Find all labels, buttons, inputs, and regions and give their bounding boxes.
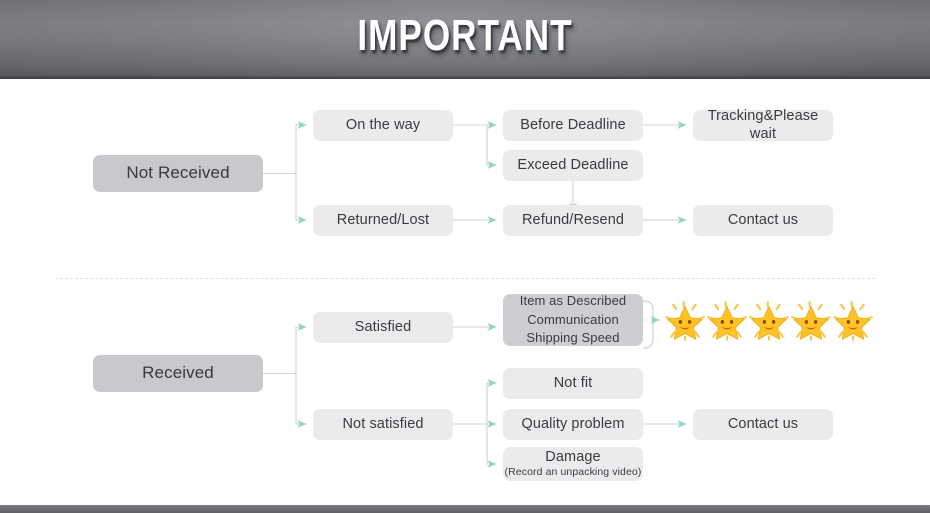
node-label: Not fit [553, 374, 593, 391]
glowing-star-icon [791, 301, 831, 341]
page-title: IMPORTANT [357, 11, 573, 60]
node-refund-resend[interactable]: Refund/Resend [503, 205, 643, 236]
node-label: Quality problem [521, 415, 625, 432]
criteria-line-2: Communication [527, 311, 619, 327]
footer-bar [0, 505, 930, 513]
node-label: Exceed Deadline [517, 156, 629, 173]
criteria-line-3: Shipping Speed [526, 330, 620, 346]
node-sublabel: (Record an unpacking video) [504, 465, 642, 478]
glowing-star-icon [665, 301, 705, 341]
node-not-satisfied[interactable]: Not satisfied [313, 409, 453, 440]
node-exceed-deadline[interactable]: Exceed Deadline [503, 150, 643, 181]
node-label: Tracking&Please wait [707, 107, 819, 142]
node-label: Not Received [126, 163, 230, 183]
node-label: Returned/Lost [336, 211, 430, 228]
node-label: Received [142, 363, 214, 383]
infographic-canvas: IMPORTANT Not Received On the way Return… [0, 0, 930, 513]
node-label: Satisfied [354, 318, 412, 335]
node-label: Before Deadline [520, 116, 626, 133]
node-received[interactable]: Received [93, 355, 263, 392]
section-divider [55, 278, 875, 279]
node-label: Not satisfied [342, 415, 424, 432]
node-tracking-please-wait[interactable]: Tracking&Please wait [693, 107, 833, 142]
node-label: Damage [545, 449, 601, 466]
node-label: On the way [345, 116, 421, 133]
node-label: Contact us [727, 415, 799, 432]
glowing-star-icon [707, 301, 747, 341]
header-banner: IMPORTANT [0, 0, 930, 79]
node-satisfaction-criteria[interactable]: Item as Described Communication Shipping… [503, 293, 643, 346]
criteria-line-1: Item as Described [519, 293, 627, 309]
node-label: Contact us [727, 211, 799, 228]
node-not-fit[interactable]: Not fit [503, 368, 643, 399]
node-contact-us-issue[interactable]: Contact us [693, 409, 833, 440]
node-satisfied[interactable]: Satisfied [313, 312, 453, 343]
node-contact-us-refund[interactable]: Contact us [693, 205, 833, 236]
node-quality-problem[interactable]: Quality problem [503, 409, 643, 440]
rating-stars [665, 301, 873, 341]
glowing-star-icon [833, 301, 873, 341]
node-not-received[interactable]: Not Received [93, 155, 263, 192]
node-label: Refund/Resend [521, 211, 625, 228]
node-on-the-way[interactable]: On the way [313, 110, 453, 141]
node-damage[interactable]: Damage (Record an unpacking video) [503, 447, 643, 481]
node-before-deadline[interactable]: Before Deadline [503, 110, 643, 141]
glowing-star-icon [749, 301, 789, 341]
node-returned-lost[interactable]: Returned/Lost [313, 205, 453, 236]
